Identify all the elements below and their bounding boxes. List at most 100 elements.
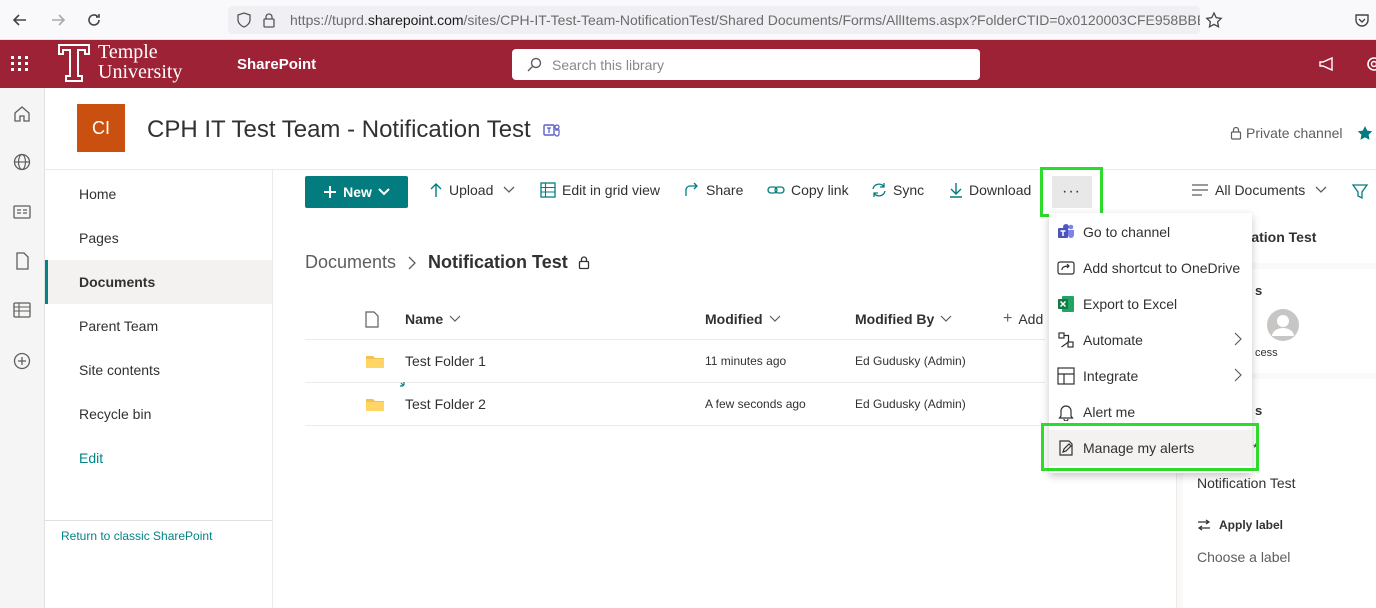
lock-icon bbox=[578, 255, 590, 270]
filter-icon[interactable] bbox=[1352, 184, 1368, 200]
manage-alerts-highlight bbox=[1041, 423, 1259, 471]
url-domain: sharepoint.com bbox=[367, 12, 464, 28]
more-options-button[interactable]: ··· bbox=[1040, 167, 1103, 217]
megaphone-icon[interactable] bbox=[1318, 56, 1336, 75]
name-column-header[interactable]: Name bbox=[405, 298, 461, 340]
return-to-classic-link[interactable]: Return to classic SharePoint bbox=[61, 529, 212, 543]
nav-item-home[interactable]: Home bbox=[45, 172, 272, 216]
apply-label-text: Apply label bbox=[1219, 518, 1284, 532]
globe-icon[interactable] bbox=[11, 151, 33, 173]
view-switcher[interactable]: All Documents bbox=[1191, 182, 1327, 198]
app-launcher-icon[interactable] bbox=[10, 55, 30, 76]
nav-item-site-contents[interactable]: Site contents bbox=[45, 348, 272, 392]
lists-icon[interactable] bbox=[11, 299, 33, 321]
menu-label: Alert me bbox=[1083, 404, 1136, 420]
menu-item-go-to-channel[interactable]: Go to channel bbox=[1049, 214, 1252, 250]
modified-column-header[interactable]: Modified bbox=[705, 298, 781, 340]
news-icon[interactable] bbox=[11, 201, 33, 223]
logo-line-1: Temple bbox=[98, 41, 158, 63]
bell-icon bbox=[1057, 403, 1075, 421]
search-icon bbox=[526, 57, 542, 73]
copy-link-button[interactable]: Copy link bbox=[767, 182, 849, 198]
chevron-down-icon bbox=[503, 186, 515, 194]
upload-label: Upload bbox=[449, 182, 494, 198]
site-logo[interactable]: CI bbox=[77, 104, 125, 152]
grid-icon bbox=[540, 182, 556, 198]
site-navigation: Home Pages Documents Parent Team Site co… bbox=[45, 169, 273, 608]
file-type-header-icon[interactable] bbox=[365, 298, 379, 340]
edit-grid-view-button[interactable]: Edit in grid view bbox=[540, 182, 660, 198]
excel-icon bbox=[1057, 295, 1075, 313]
modified-by-cell[interactable]: Ed Gudusky (Admin) bbox=[855, 383, 966, 425]
shortcut-icon bbox=[1057, 260, 1075, 276]
download-label: Download bbox=[969, 182, 1032, 198]
integrate-icon bbox=[1057, 367, 1075, 385]
privacy-label: Private channel bbox=[1230, 125, 1343, 143]
modified-by-header-label: Modified By bbox=[855, 311, 935, 327]
download-arrow-icon bbox=[949, 182, 963, 198]
nav-edit-link[interactable]: Edit bbox=[45, 436, 272, 480]
chevron-right-icon bbox=[1234, 332, 1242, 349]
menu-item-automate[interactable]: Automate bbox=[1049, 322, 1252, 358]
folder-name-link[interactable]: Test Folder 2 bbox=[405, 383, 486, 425]
privacy-text: Private channel bbox=[1246, 125, 1343, 141]
nav-item-documents[interactable]: Documents bbox=[45, 260, 272, 304]
upload-arrow-icon bbox=[429, 182, 443, 198]
site-title[interactable]: CPH IT Test Team - Notification Test bbox=[147, 116, 561, 145]
menu-label: Add shortcut to OneDrive bbox=[1083, 260, 1241, 276]
breadcrumb-documents[interactable]: Documents bbox=[305, 252, 396, 273]
menu-item-integrate[interactable]: Integrate bbox=[1049, 358, 1252, 394]
table-row[interactable]: Test Folder 2 A few seconds ago Ed Gudus… bbox=[305, 382, 1045, 426]
download-button[interactable]: Download bbox=[949, 182, 1031, 198]
nav-item-pages[interactable]: Pages bbox=[45, 216, 272, 260]
sharepoint-label[interactable]: SharePoint bbox=[237, 56, 316, 73]
breadcrumb: Documents Notification Test bbox=[305, 252, 590, 273]
forward-arrow-icon[interactable] bbox=[46, 8, 70, 32]
chevron-down-icon bbox=[940, 315, 952, 323]
add-column-button[interactable]: + Add bbox=[1003, 298, 1043, 340]
sync-button[interactable]: Sync bbox=[871, 182, 924, 198]
breadcrumb-current: Notification Test bbox=[428, 252, 568, 272]
upload-button[interactable]: Upload bbox=[429, 182, 515, 198]
teams-icon bbox=[1057, 223, 1075, 241]
chevron-right-icon bbox=[408, 256, 416, 270]
choose-label-field[interactable]: Choose a label bbox=[1197, 549, 1290, 565]
url-path: /sites/CPH-IT-Test-Team-NotificationTest… bbox=[463, 12, 1200, 28]
file-icon[interactable] bbox=[11, 250, 33, 272]
reload-icon[interactable] bbox=[82, 8, 106, 32]
swap-arrows-icon bbox=[1197, 519, 1211, 531]
avatar-icon[interactable] bbox=[1267, 309, 1299, 344]
table-row[interactable]: Test Folder 1 11 minutes ago Ed Gudusky … bbox=[305, 340, 1045, 383]
folder-icon bbox=[365, 383, 385, 425]
settings-gear-icon[interactable] bbox=[1364, 55, 1376, 76]
url-prefix: https://tuprd. bbox=[290, 12, 368, 28]
lock-icon bbox=[262, 12, 276, 31]
modified-by-column-header[interactable]: Modified By bbox=[855, 298, 952, 340]
menu-item-add-shortcut[interactable]: Add shortcut to OneDrive bbox=[1049, 250, 1252, 286]
temple-t-logo-icon[interactable] bbox=[58, 44, 90, 85]
share-label: Share bbox=[706, 182, 744, 198]
share-button[interactable]: Share bbox=[684, 182, 743, 198]
modified-header-label: Modified bbox=[705, 311, 763, 327]
menu-item-export-excel[interactable]: Export to Excel bbox=[1049, 286, 1252, 322]
back-arrow-icon[interactable] bbox=[8, 8, 32, 32]
modified-by-cell[interactable]: Ed Gudusky (Admin) bbox=[855, 340, 966, 382]
follow-star-icon[interactable] bbox=[1356, 124, 1374, 145]
chevron-down-icon bbox=[449, 315, 461, 323]
folder-name-link[interactable]: Test Folder 1 bbox=[405, 340, 486, 382]
new-button-label: New bbox=[343, 184, 372, 200]
search-input[interactable]: Search this library bbox=[512, 49, 980, 80]
address-bar[interactable]: https://tuprd. sharepoint.com/sites/CPH-I… bbox=[228, 6, 1200, 34]
university-logo-text[interactable]: Temple University bbox=[98, 42, 182, 82]
new-button[interactable]: New bbox=[305, 176, 408, 208]
home-icon[interactable] bbox=[11, 103, 33, 125]
plus-icon: + bbox=[1003, 310, 1013, 327]
browser-toolbar: https://tuprd. sharepoint.com/sites/CPH-I… bbox=[0, 0, 1376, 40]
bookmark-star-icon[interactable] bbox=[1202, 8, 1226, 32]
nav-item-recycle-bin[interactable]: Recycle bin bbox=[45, 392, 272, 436]
create-plus-icon[interactable] bbox=[11, 350, 33, 372]
nav-item-parent-team[interactable]: Parent Team bbox=[45, 304, 272, 348]
sync-label: Sync bbox=[893, 182, 925, 198]
modified-cell: A few seconds ago bbox=[705, 397, 806, 411]
pocket-icon[interactable] bbox=[1350, 8, 1374, 32]
